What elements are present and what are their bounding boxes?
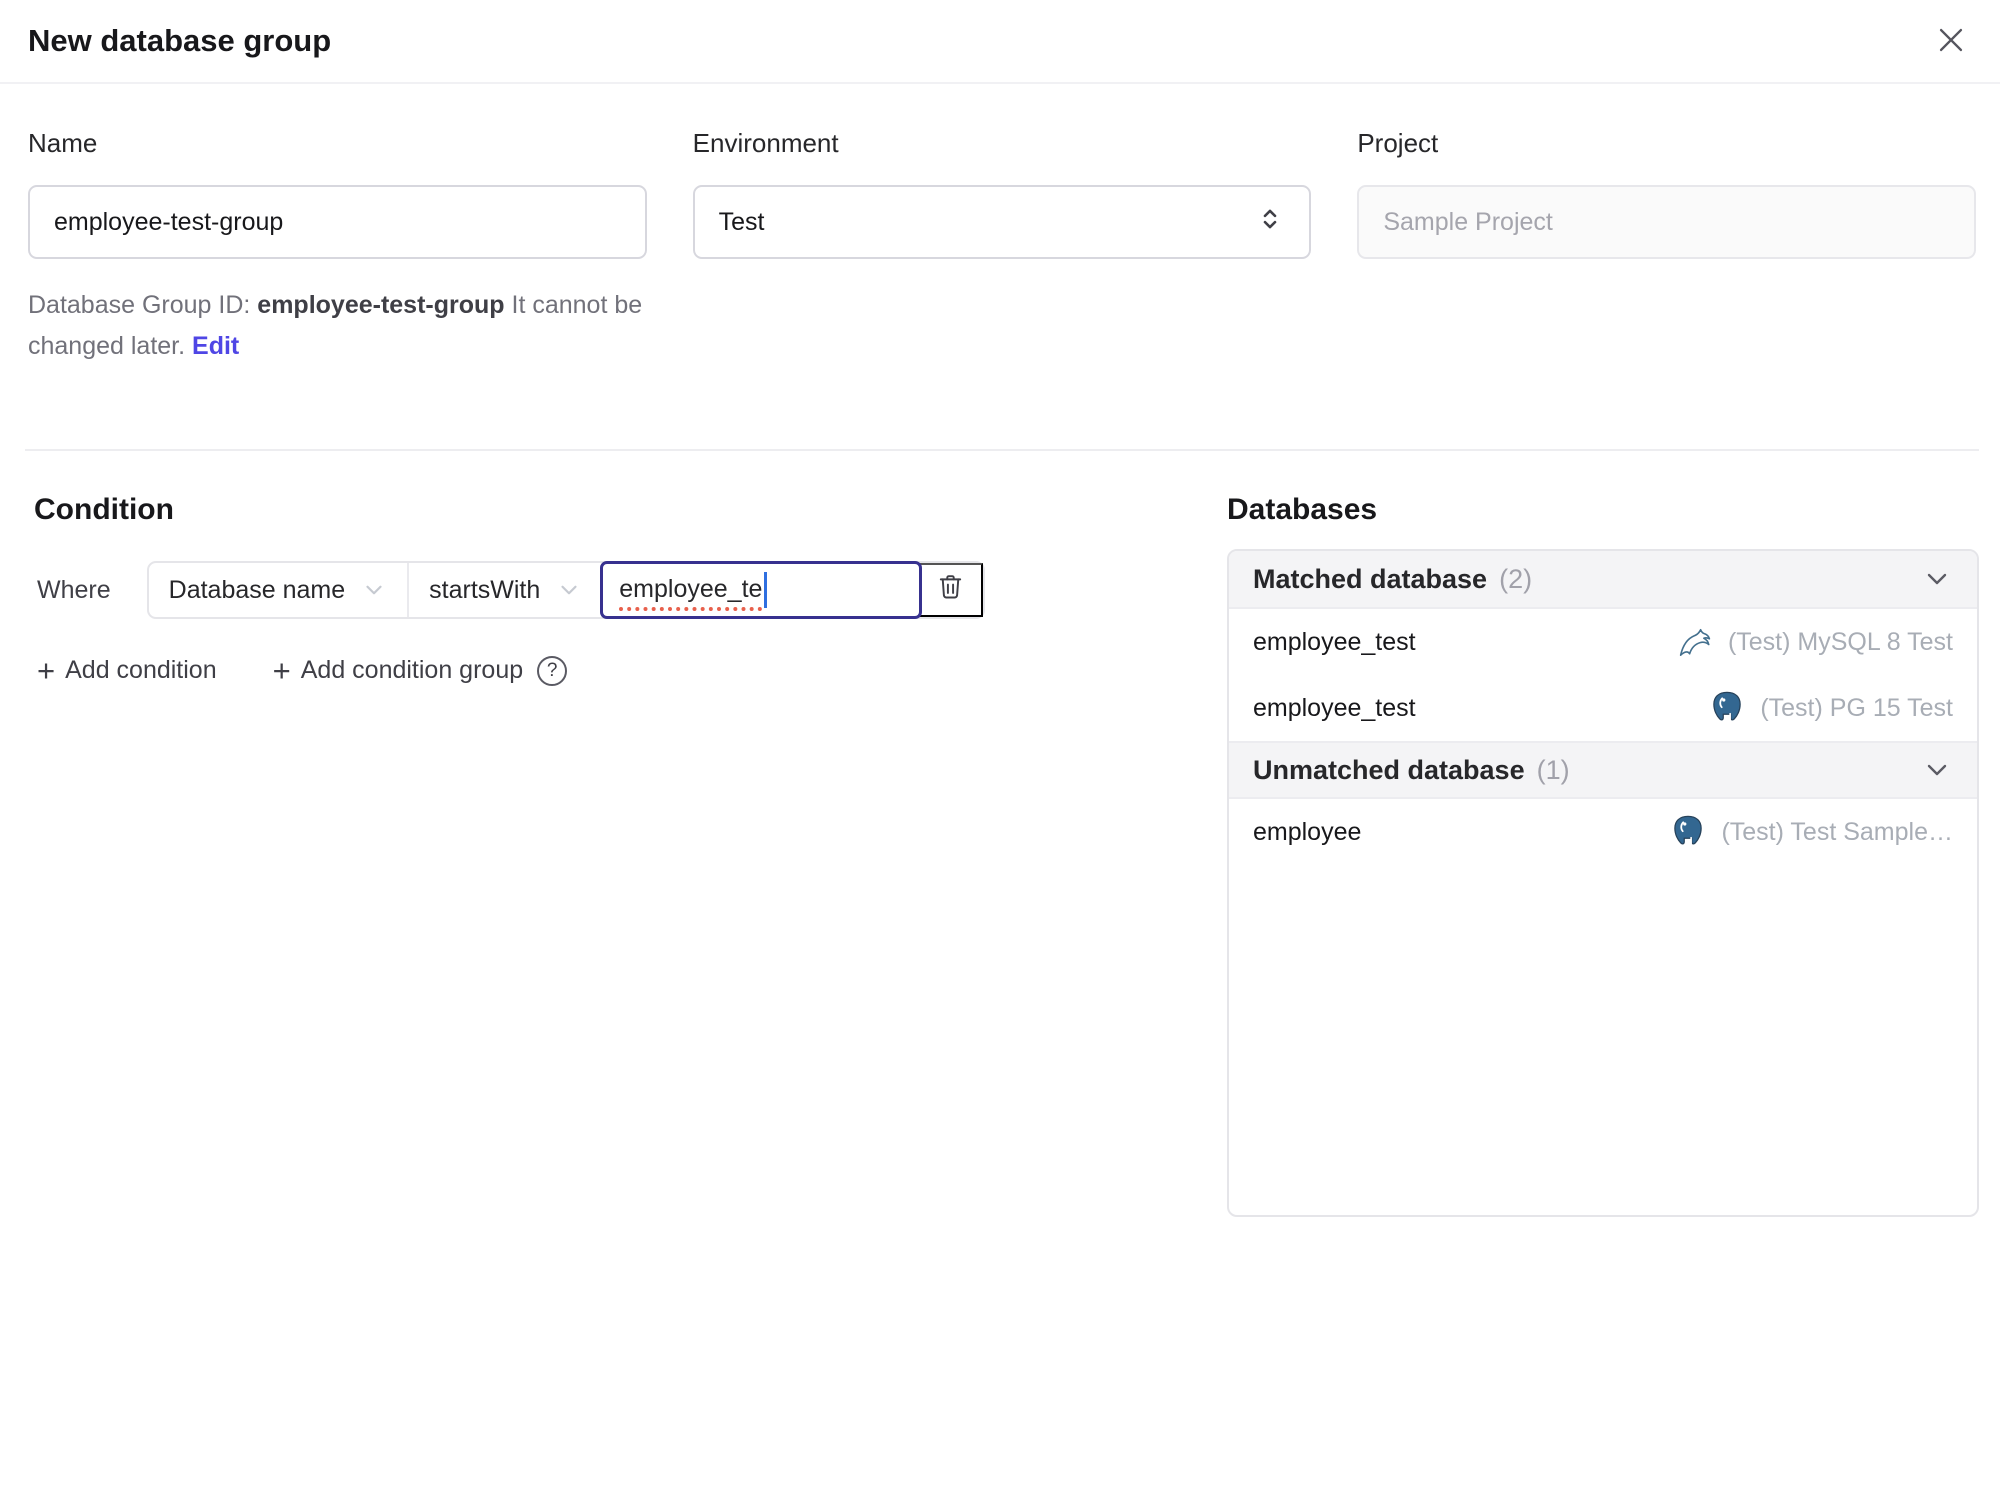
name-input[interactable] <box>28 185 647 259</box>
lower-section: Condition Where Database name startsWith <box>0 451 2000 1217</box>
chevron-down-icon <box>1921 563 1953 595</box>
help-icon[interactable]: ? <box>537 655 568 686</box>
unmatched-database-title: Unmatched database <box>1253 754 1525 785</box>
matched-database-header[interactable]: Matched database (2) <box>1229 551 1977 609</box>
trash-icon <box>935 571 966 609</box>
dialog-header: New database group <box>0 0 2000 84</box>
database-instance: (Test) PG 15 Test <box>1707 688 1953 728</box>
matched-database-title: Matched database <box>1253 563 1488 594</box>
name-field-group: Name Database Group ID: employee-test-gr… <box>28 128 647 391</box>
delete-condition-button[interactable] <box>920 563 984 617</box>
condition-expression-group: Database name startsWith employee_te <box>146 561 986 619</box>
table-row[interactable]: employee (Test) Test Sample… <box>1229 799 1977 865</box>
condition-actions: + Add condition + Add condition group ? <box>28 655 1179 686</box>
add-condition-button[interactable]: + Add condition <box>37 655 217 686</box>
environment-label: Environment <box>692 128 839 158</box>
name-label: Name <box>28 128 98 158</box>
unmatched-database-count: (1) <box>1536 754 1570 785</box>
unmatched-database-rows: employee (Test) Test Sample… <box>1229 799 1977 865</box>
edit-id-link[interactable]: Edit <box>192 332 239 360</box>
environment-selected-value: Test <box>718 207 765 236</box>
unmatched-database-header[interactable]: Unmatched database (1) <box>1229 741 1977 799</box>
condition-field-value: Database name <box>168 575 346 604</box>
postgresql-icon <box>1668 812 1708 852</box>
group-id-value: employee-test-group <box>257 291 505 319</box>
environment-field-group: Environment Test <box>692 128 1312 391</box>
add-condition-group-button[interactable]: + Add condition group ? <box>273 655 568 686</box>
mysql-icon <box>1675 622 1715 662</box>
condition-field-select[interactable]: Database name <box>149 563 408 617</box>
database-instance-label: (Test) MySQL 8 Test <box>1727 627 1953 656</box>
matched-database-count: (2) <box>1499 563 1533 594</box>
condition-value-text: employee_te <box>619 574 763 611</box>
condition-operator-value: startsWith <box>429 575 541 604</box>
text-caret <box>764 572 768 608</box>
database-name: employee <box>1253 817 1362 846</box>
chevron-down-icon <box>1921 754 1953 786</box>
database-name: employee_test <box>1253 693 1416 722</box>
chevron-down-icon <box>361 577 387 603</box>
close-icon <box>1934 23 1968 60</box>
postgresql-icon <box>1707 688 1747 728</box>
condition-row: Where Database name startsWith employee_… <box>28 561 1179 619</box>
database-name: employee_test <box>1253 627 1416 656</box>
group-id-hint: Database Group ID: employee-test-group I… <box>28 285 647 366</box>
chevron-up-down-icon <box>1255 204 1285 241</box>
condition-section: Condition Where Database name startsWith <box>28 493 1179 1217</box>
form-row: Name Database Group ID: employee-test-gr… <box>0 84 2000 391</box>
table-row[interactable]: employee_test (Test) PG 15 Test <box>1229 675 1977 741</box>
chevron-down-icon <box>556 577 582 603</box>
environment-select[interactable]: Test <box>692 185 1312 259</box>
condition-operator-select[interactable]: startsWith <box>407 563 602 617</box>
close-button[interactable] <box>1930 19 1972 64</box>
database-instance: (Test) MySQL 8 Test <box>1675 622 1953 662</box>
project-field-group: Project <box>1357 128 1976 391</box>
databases-section: Databases Matched database (2) employee_… <box>1227 493 1979 1217</box>
plus-icon: + <box>272 653 291 688</box>
plus-icon: + <box>37 653 56 688</box>
condition-heading: Condition <box>34 493 174 526</box>
project-input <box>1357 185 1976 259</box>
table-row[interactable]: employee_test (Test) MySQL 8 Test <box>1229 609 1977 675</box>
matched-database-rows: employee_test (Test) MySQL 8 Test employ… <box>1229 609 1977 741</box>
page-title: New database group <box>28 23 332 58</box>
database-instance-label: (Test) PG 15 Test <box>1760 693 1953 722</box>
databases-panel: Matched database (2) employee_test (Test… <box>1227 549 1979 1217</box>
database-instance-label: (Test) Test Sample… <box>1721 817 1953 846</box>
add-condition-label: Add condition <box>65 656 217 684</box>
group-id-hint-prefix: Database Group ID: <box>28 291 258 319</box>
databases-heading: Databases <box>1227 493 1378 526</box>
condition-value-input[interactable]: employee_te <box>600 561 923 619</box>
database-instance: (Test) Test Sample… <box>1668 812 1953 852</box>
add-condition-group-label: Add condition group <box>300 656 524 684</box>
project-label: Project <box>1357 128 1439 158</box>
where-label: Where <box>37 575 111 604</box>
